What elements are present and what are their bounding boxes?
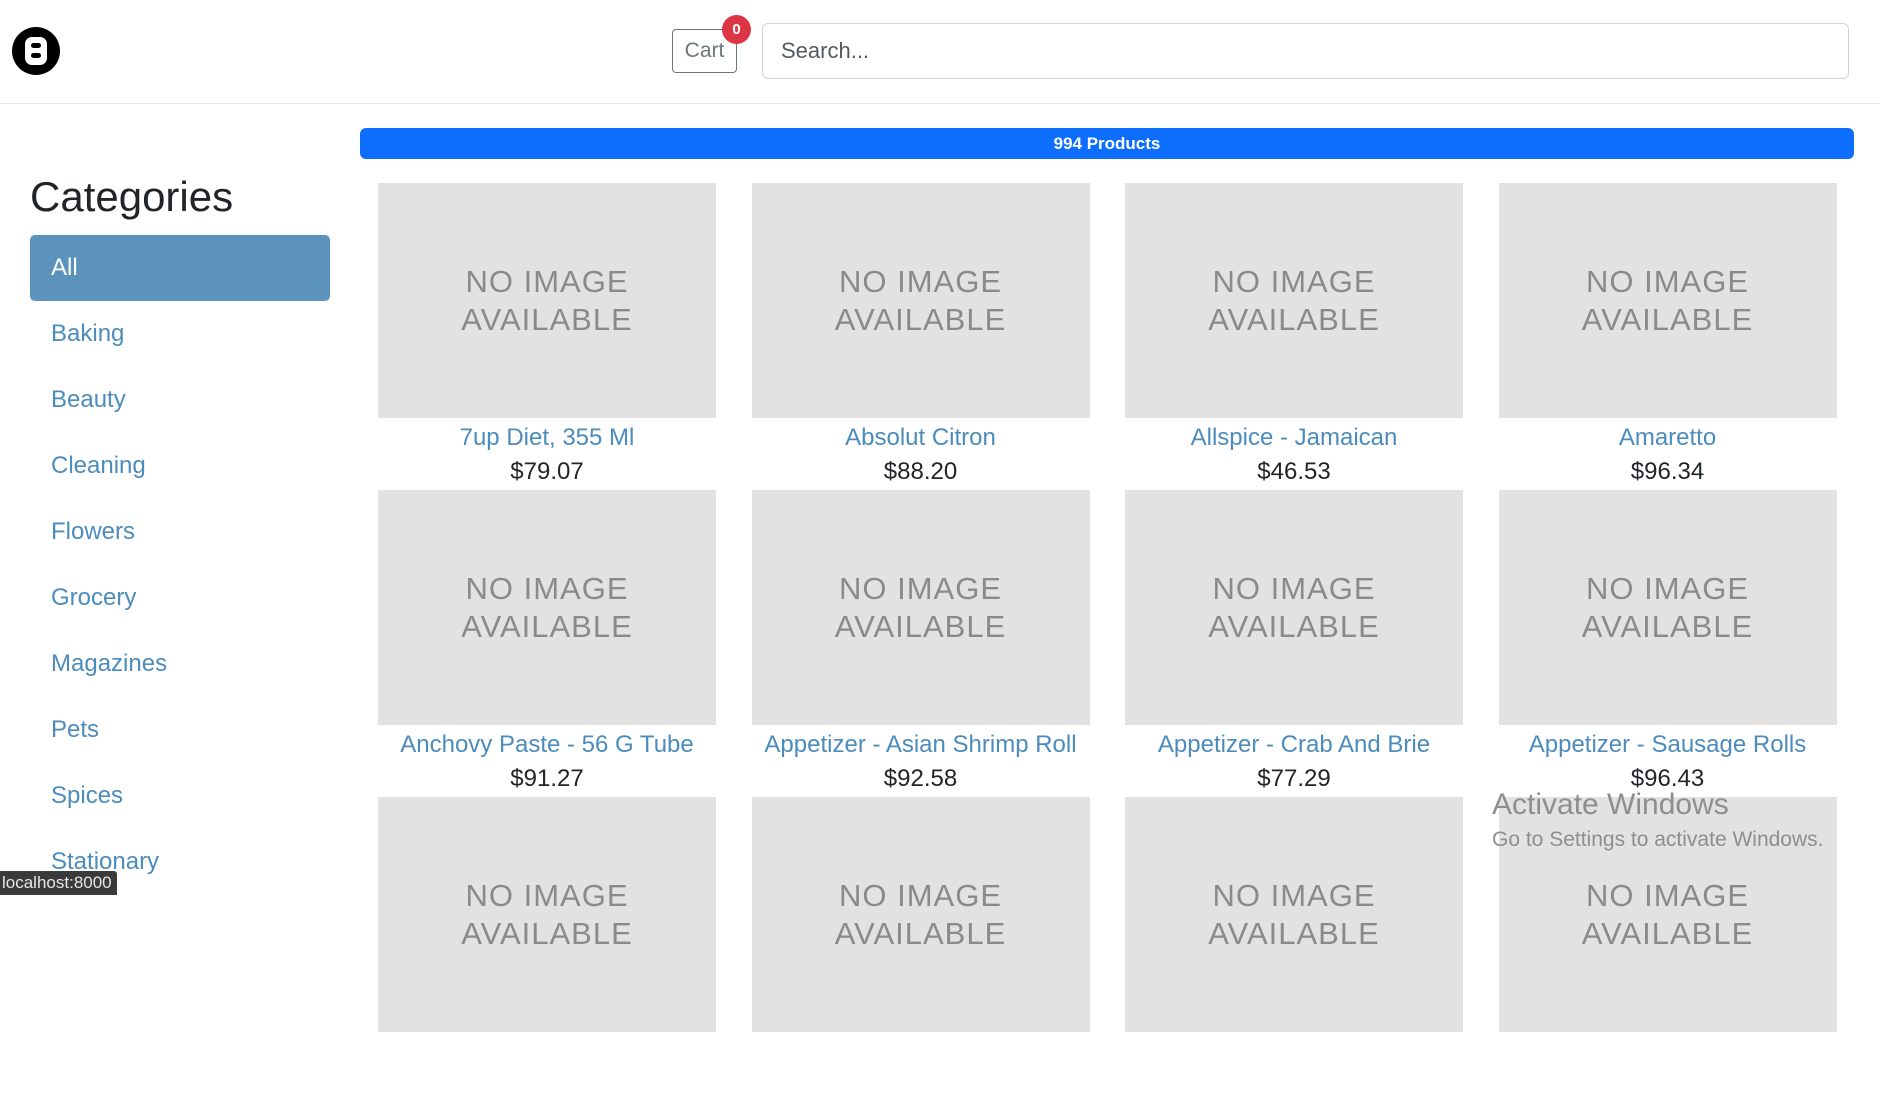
product-name-link[interactable]: Appetizer - Asian Shrimp Roll [752,728,1090,762]
no-image-placeholder[interactable]: NO IMAGE AVAILABLE [378,183,716,418]
no-image-text: AVAILABLE [834,301,1007,337]
cart-count-badge: 0 [722,15,751,44]
browser-status-url: localhost:8000 [0,871,117,895]
no-image-text: AVAILABLE [1208,608,1380,644]
no-image-placeholder[interactable]: NO IMAGE AVAILABLE [751,183,1090,418]
category-item-beauty[interactable]: Beauty [30,367,330,433]
search-input[interactable] [762,23,1849,79]
product-count-bar: 994 Products [360,128,1854,159]
no-image-placeholder[interactable]: NO IMAGE AVAILABLE [1498,490,1837,725]
no-image-placeholder[interactable]: NO IMAGE AVAILABLE [751,490,1090,725]
b-logo-icon[interactable] [12,27,60,75]
category-item-spices[interactable]: Spices [30,763,330,829]
product-price: $96.43 [1630,765,1705,792]
product-card[interactable]: NO IMAGE AVAILABLE Anchovy Paste - 56 G … [378,490,716,797]
no-image-text: NO IMAGE [465,877,629,913]
no-image-text: NO IMAGE [838,263,1002,299]
no-image-placeholder[interactable]: NO IMAGE AVAILABLE [751,797,1090,1032]
product-card[interactable]: NO IMAGE AVAILABLE [378,797,716,1104]
no-image-placeholder[interactable]: NO IMAGE AVAILABLE [1125,797,1463,1032]
no-image-text: AVAILABLE [1208,301,1380,337]
product-name-link[interactable]: Amaretto [1499,421,1837,455]
no-image-text: NO IMAGE [1585,263,1749,299]
product-card[interactable]: NO IMAGE AVAILABLE Absolut Citron $88.20 [751,183,1090,490]
no-image-placeholder[interactable]: NO IMAGE AVAILABLE [1498,183,1837,418]
product-card[interactable]: NO IMAGE AVAILABLE 7up Diet, 355 Ml $79.… [378,183,716,490]
cart-label: Cart [684,39,725,62]
category-item-cleaning[interactable]: Cleaning [30,433,330,499]
no-image-text: AVAILABLE [834,915,1007,951]
category-item-magazines[interactable]: Magazines [30,631,330,697]
product-price: $92.58 [883,765,958,792]
product-name-link[interactable]: Anchovy Paste - 56 G Tube [378,728,716,762]
category-list: All Baking Beauty Cleaning Flowers Groce… [30,235,330,895]
product-card[interactable]: NO IMAGE AVAILABLE [1125,797,1463,1104]
no-image-text: AVAILABLE [1581,915,1754,951]
product-name-link[interactable]: Appetizer - Sausage Rolls [1499,728,1837,762]
product-card[interactable]: NO IMAGE AVAILABLE Appetizer - Sausage R… [1498,490,1837,797]
category-item-baking[interactable]: Baking [30,301,330,367]
no-image-text: AVAILABLE [1208,915,1380,951]
no-image-text: NO IMAGE [1585,570,1749,606]
category-item-all[interactable]: All [30,235,330,301]
product-grid: NO IMAGE AVAILABLE 7up Diet, 355 Ml $79.… [378,183,1838,1104]
no-image-text: NO IMAGE [838,570,1002,606]
product-name-link[interactable]: Allspice - Jamaican [1125,421,1463,455]
no-image-text: AVAILABLE [1581,301,1754,337]
no-image-text: NO IMAGE [1212,877,1376,913]
no-image-text: NO IMAGE [1212,570,1376,606]
product-card[interactable]: NO IMAGE AVAILABLE [1498,797,1837,1104]
no-image-text: NO IMAGE [465,570,629,606]
product-card[interactable]: NO IMAGE AVAILABLE Amaretto $96.34 [1498,183,1837,490]
no-image-placeholder[interactable]: NO IMAGE AVAILABLE [378,797,716,1032]
category-item-grocery[interactable]: Grocery [30,565,330,631]
no-image-text: AVAILABLE [1581,608,1754,644]
product-name-link[interactable]: Appetizer - Crab And Brie [1125,728,1463,762]
product-price: $96.34 [1630,458,1705,485]
product-name-link[interactable]: 7up Diet, 355 Ml [378,421,716,455]
no-image-placeholder[interactable]: NO IMAGE AVAILABLE [1498,797,1837,1032]
product-card[interactable]: NO IMAGE AVAILABLE Appetizer - Asian Shr… [751,490,1090,797]
no-image-placeholder[interactable]: NO IMAGE AVAILABLE [1125,183,1463,418]
no-image-placeholder[interactable]: NO IMAGE AVAILABLE [378,490,716,725]
product-price: $77.29 [1257,765,1331,792]
no-image-placeholder[interactable]: NO IMAGE AVAILABLE [1125,490,1463,725]
product-name-link[interactable]: Absolut Citron [752,421,1090,455]
category-item-flowers[interactable]: Flowers [30,499,330,565]
product-price: $79.07 [510,458,584,485]
no-image-text: NO IMAGE [465,263,629,299]
no-image-text: NO IMAGE [1585,877,1749,913]
product-price: $88.20 [883,458,958,485]
category-item-pets[interactable]: Pets [30,697,330,763]
no-image-text: AVAILABLE [834,608,1007,644]
no-image-text: NO IMAGE [838,877,1002,913]
no-image-text: AVAILABLE [461,301,633,337]
product-card[interactable]: NO IMAGE AVAILABLE Allspice - Jamaican $… [1125,183,1463,490]
product-price: $46.53 [1257,458,1331,485]
product-card[interactable]: NO IMAGE AVAILABLE Appetizer - Crab And … [1125,490,1463,797]
top-navbar: Cart 0 [0,0,1879,104]
product-price: $91.27 [510,765,584,792]
no-image-text: AVAILABLE [461,608,633,644]
no-image-text: NO IMAGE [1212,263,1376,299]
categories-heading: Categories [30,173,234,220]
product-card[interactable]: NO IMAGE AVAILABLE [751,797,1090,1104]
no-image-text: AVAILABLE [461,915,633,951]
